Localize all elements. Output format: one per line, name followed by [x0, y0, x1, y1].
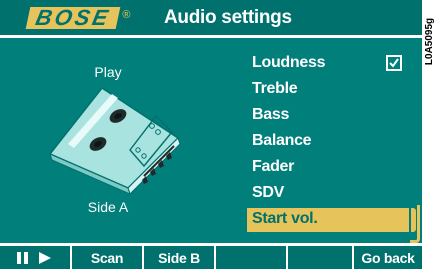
menu-item-sdv[interactable]: SDV	[248, 182, 420, 208]
play-status-label: Play	[94, 64, 122, 80]
menu-item-label: Fader	[252, 158, 295, 175]
softkey-empty-1[interactable]	[216, 246, 288, 269]
figure-code-text: L0A5095g	[424, 17, 436, 65]
pause-play-icons	[17, 251, 51, 264]
side-b-button[interactable]: Side B	[144, 246, 216, 269]
loudness-checkbox[interactable]	[386, 55, 402, 71]
pause-icon	[17, 251, 28, 264]
display-screen: BOSE ® Audio settings Play Side A Loudne…	[0, 0, 422, 269]
menu-item-treble[interactable]: Treble	[248, 78, 420, 104]
menu-item-label: Loudness	[252, 54, 326, 71]
softkey-empty-2[interactable]	[288, 246, 354, 269]
header-bar: BOSE ® Audio settings	[0, 0, 422, 38]
go-back-button[interactable]: Go back	[354, 246, 422, 269]
tape-side-label: Side A	[87, 199, 129, 215]
menu-item-label: SDV	[252, 184, 284, 201]
settings-menu: Loudness Treble Bass Balance Fader SDV S…	[247, 52, 420, 234]
menu-item-label: Treble	[252, 80, 298, 97]
menu-item-balance[interactable]: Balance	[248, 130, 420, 156]
brand-logo: BOSE ®	[25, 4, 131, 32]
menu-item-start-vol[interactable]: Start vol.	[247, 208, 420, 234]
menu-item-label: Bass	[252, 106, 290, 123]
menu-item-loudness[interactable]: Loudness	[248, 52, 420, 78]
pause-play-button[interactable]	[0, 246, 72, 269]
cassette-tape-icon	[48, 86, 181, 194]
menu-item-label: Balance	[252, 132, 312, 149]
page-title: Audio settings	[164, 7, 292, 28]
menu-item-bass[interactable]: Bass	[248, 104, 420, 130]
bose-logo: BOSE	[25, 5, 121, 30]
softkey-bar: Scan Side B Go back	[0, 243, 422, 269]
registered-mark: ®	[122, 9, 131, 21]
menu-item-fader[interactable]: Fader	[248, 156, 420, 182]
menu-item-label: Start vol.	[252, 210, 318, 227]
scroll-indicator	[410, 205, 420, 243]
scan-button[interactable]: Scan	[72, 246, 144, 269]
play-icon	[39, 251, 51, 264]
check-icon	[389, 58, 399, 68]
figure-code-label: L0A5095g	[423, 6, 437, 76]
